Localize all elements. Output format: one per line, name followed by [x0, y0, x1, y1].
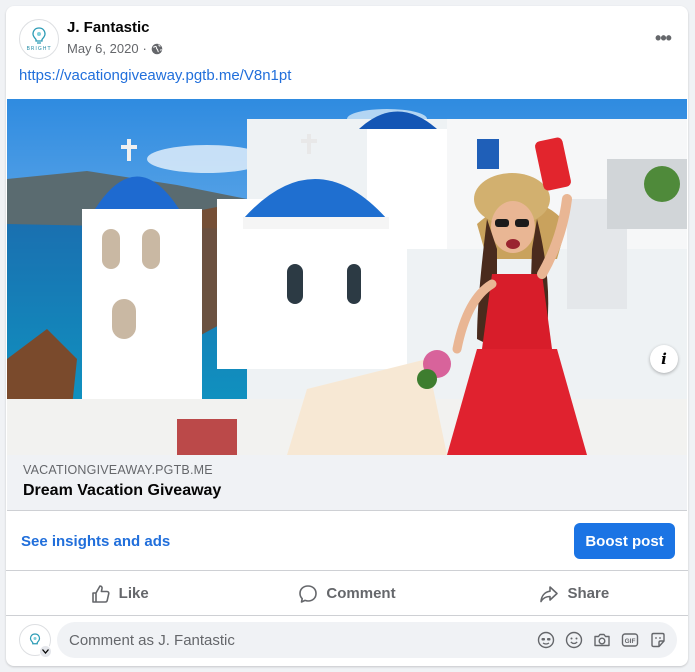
bulb-logo-icon [29, 633, 41, 645]
more-icon: ••• [655, 27, 672, 48]
comment-bubble-icon [299, 584, 318, 603]
post-date[interactable]: May 6, 2020 [67, 41, 139, 56]
bulb-logo-icon [32, 26, 46, 44]
post-header: BRIGHT J. Fantastic May 6, 2020 · ••• [6, 6, 688, 66]
share-button[interactable]: Share [461, 572, 688, 615]
comment-tools: GIF [536, 630, 667, 649]
ad-info-button[interactable]: i [650, 345, 678, 373]
post-meta: May 6, 2020 · [67, 41, 163, 56]
gif-label: GIF [624, 637, 635, 644]
action-bar: Like Comment Share [6, 572, 688, 616]
gif-icon[interactable]: GIF [620, 630, 639, 649]
meta-separator: · [142, 41, 147, 56]
camera-icon[interactable] [592, 630, 611, 649]
comment-input-box: GIF [57, 622, 677, 658]
link-preview[interactable]: VACATIONGIVEAWAY.PGTB.ME Dream Vacation … [7, 455, 687, 511]
page-avatar[interactable]: BRIGHT [19, 19, 59, 59]
post-card: BRIGHT J. Fantastic May 6, 2020 · ••• ht… [6, 6, 688, 666]
comment-composer: GIF [6, 617, 688, 666]
share-label: Share [567, 585, 610, 602]
more-options-button[interactable]: ••• [648, 23, 678, 53]
boost-post-button[interactable]: Boost post [574, 523, 675, 559]
post-link[interactable]: https://vacationgiveaway.pgtb.me/V8n1pt [19, 67, 291, 84]
sticker-icon[interactable] [648, 630, 667, 649]
share-arrow-icon [540, 585, 559, 602]
chevron-down-icon[interactable] [39, 645, 52, 658]
like-button[interactable]: Like [6, 572, 233, 615]
comment-button[interactable]: Comment [233, 572, 460, 615]
globe-icon[interactable] [151, 43, 163, 55]
avatar-logo-text: BRIGHT [26, 45, 52, 52]
comment-input[interactable] [69, 631, 509, 649]
info-icon: i [661, 350, 667, 368]
thumbs-up-icon [91, 584, 110, 603]
like-label: Like [118, 585, 149, 602]
link-preview-title: Dream Vacation Giveaway [23, 482, 222, 499]
post-image[interactable] [7, 99, 687, 455]
emoji-icon[interactable] [564, 630, 583, 649]
santorini-photo [7, 99, 687, 455]
link-preview-domain: VACATIONGIVEAWAY.PGTB.ME [23, 463, 213, 477]
comment-label: Comment [326, 585, 396, 602]
see-insights-link[interactable]: See insights and ads [21, 533, 170, 550]
insights-row: See insights and ads Boost post [6, 511, 688, 571]
avatar-sticker-icon[interactable] [536, 630, 555, 649]
author-name[interactable]: J. Fantastic [67, 19, 150, 36]
